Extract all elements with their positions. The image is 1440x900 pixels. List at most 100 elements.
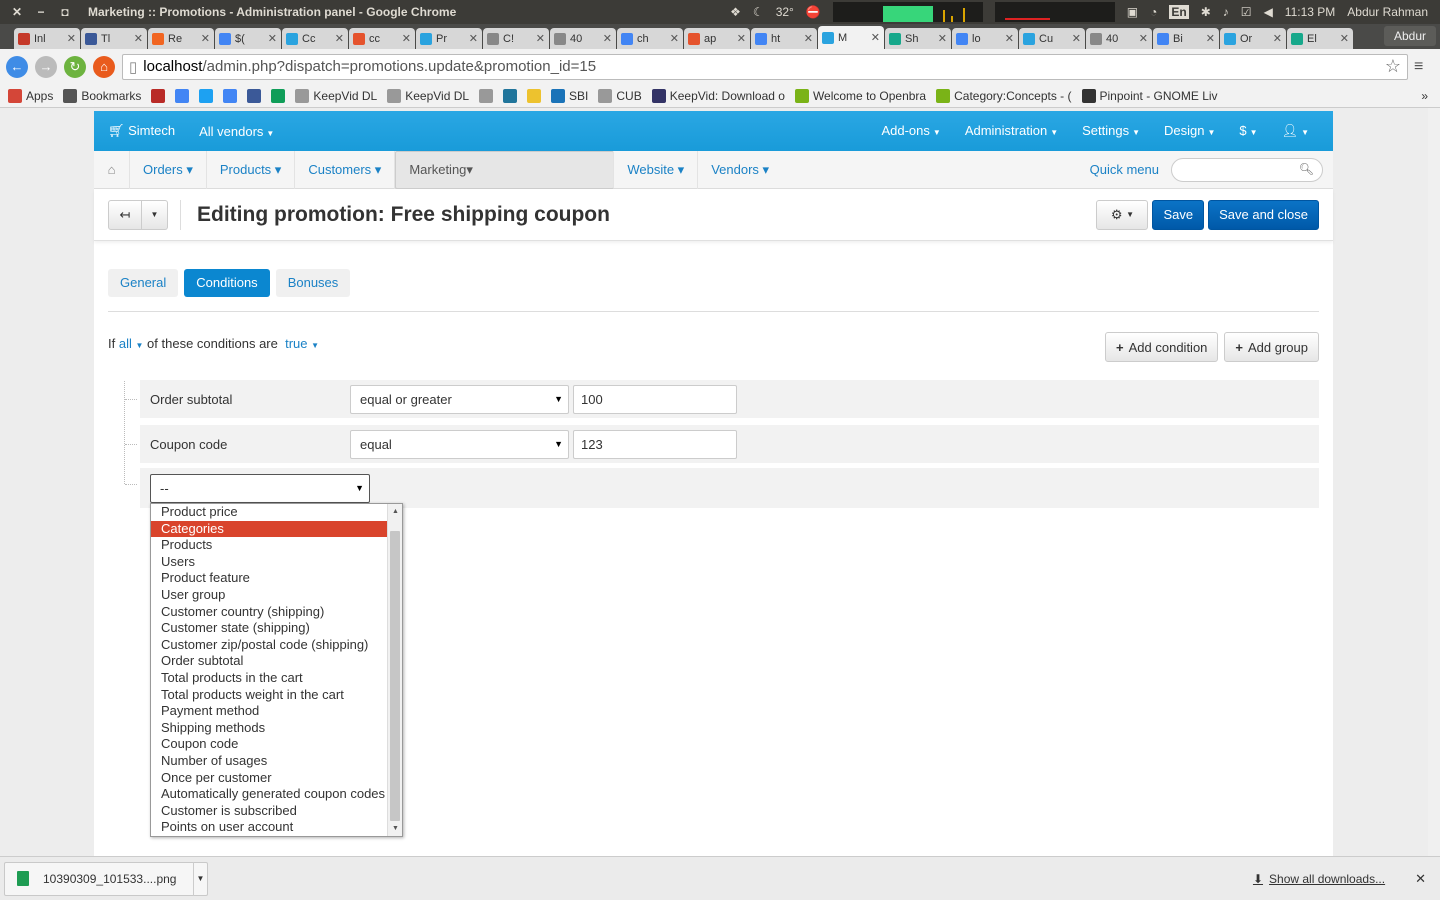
- bookmark-item[interactable]: [199, 88, 214, 103]
- page-scrollbar[interactable]: [1428, 108, 1440, 856]
- close-tab-icon[interactable]: ✕: [670, 32, 679, 45]
- browser-tab[interactable]: ap ✕: [684, 28, 750, 49]
- bookmark-item[interactable]: CUB: [598, 88, 642, 103]
- address-bar[interactable]: ▯ localhost /admin.php?dispatch=promotio…: [122, 53, 1408, 80]
- browser-tab[interactable]: ht ✕: [751, 28, 817, 49]
- close-tab-icon[interactable]: ✕: [469, 32, 478, 45]
- bookmark-item[interactable]: [271, 88, 286, 103]
- browser-tab[interactable]: Pr ✕: [416, 28, 482, 49]
- close-tab-icon[interactable]: ✕: [1072, 32, 1081, 45]
- save-button[interactable]: Save: [1152, 199, 1205, 230]
- scroll-down-icon[interactable]: ▼: [388, 825, 402, 832]
- stop-icon[interactable]: ⛔: [806, 5, 821, 19]
- dropdown-option[interactable]: Order subtotal: [151, 653, 388, 670]
- condition-type-select[interactable]: -- ▼: [150, 473, 370, 503]
- quick-menu-link[interactable]: Quick menu: [1090, 162, 1171, 177]
- bookmark-item[interactable]: SBI: [551, 88, 588, 103]
- save-and-close-button[interactable]: Save and close: [1208, 199, 1319, 230]
- close-tab-icon[interactable]: ✕: [1139, 32, 1148, 45]
- bookmark-item[interactable]: KeepVid DL: [387, 88, 469, 103]
- browser-tab[interactable]: Bi ✕: [1153, 28, 1219, 49]
- bookmark-item[interactable]: KeepVid: Download o: [651, 88, 785, 103]
- close-tab-icon[interactable]: ✕: [67, 32, 76, 45]
- close-tab-icon[interactable]: ✕: [134, 32, 143, 45]
- operator-select[interactable]: equal ▼: [350, 429, 569, 459]
- close-tab-icon[interactable]: ✕: [335, 32, 344, 45]
- bookmark-item[interactable]: Category:Concepts - (: [936, 88, 1072, 103]
- bookmark-item[interactable]: [151, 88, 166, 103]
- browser-tab[interactable]: 40 ✕: [1086, 28, 1152, 49]
- settings-dropdown-button[interactable]: ⚙ ▼: [1096, 199, 1149, 230]
- dropdown-option[interactable]: Categories: [151, 520, 388, 538]
- bookmark-item[interactable]: Apps: [8, 88, 53, 103]
- top-menu-design[interactable]: Design ▼: [1152, 123, 1227, 139]
- menu-icon[interactable]: ≡: [1414, 58, 1434, 76]
- back-dropdown-button[interactable]: ▼: [142, 199, 168, 230]
- top-menu-addons[interactable]: Add-ons ▼: [869, 123, 952, 139]
- keyboard-language[interactable]: En: [1169, 5, 1189, 19]
- close-tab-icon[interactable]: ✕: [536, 32, 545, 45]
- bookmark-item[interactable]: [175, 88, 190, 103]
- download-menu-arrow-icon[interactable]: ▼: [193, 861, 207, 896]
- browser-tab[interactable]: Re ✕: [148, 28, 214, 49]
- dropdown-option[interactable]: Customer zip/postal code (shipping): [151, 637, 388, 654]
- weather-icon[interactable]: ☾: [753, 5, 764, 19]
- close-tab-icon[interactable]: ✕: [1340, 32, 1349, 45]
- forward-icon[interactable]: →: [35, 55, 57, 78]
- nav-products[interactable]: Products ▾: [207, 150, 296, 189]
- scroll-thumb[interactable]: [390, 531, 400, 821]
- close-tab-icon[interactable]: ✕: [938, 32, 947, 45]
- brand-link[interactable]: 🛒︎ Simtech: [94, 123, 187, 139]
- browser-tab[interactable]: Sh ✕: [885, 28, 951, 49]
- home-icon[interactable]: ⌂: [94, 150, 130, 189]
- dropdown-option[interactable]: Total products in the cart: [151, 670, 388, 687]
- dropdown-option[interactable]: Product price: [151, 504, 388, 521]
- currency-dropdown[interactable]: $ ▼: [1227, 123, 1269, 139]
- back-icon[interactable]: ←: [6, 55, 28, 78]
- show-all-downloads-link[interactable]: ⬇ Show all downloads...: [1253, 872, 1385, 886]
- condition-value-input[interactable]: 123: [573, 429, 737, 459]
- dropdown-option[interactable]: Payment method: [151, 703, 388, 720]
- bookmark-item[interactable]: [247, 88, 262, 103]
- browser-tab[interactable]: cc ✕: [349, 28, 415, 49]
- close-tab-icon[interactable]: ✕: [804, 32, 813, 45]
- top-menu-settings[interactable]: Settings ▼: [1070, 123, 1152, 139]
- browser-tab[interactable]: $(✕: [215, 28, 281, 49]
- close-tab-icon[interactable]: ✕: [268, 32, 277, 45]
- maximize-window-icon[interactable]: ◘: [58, 5, 72, 19]
- close-tab-icon[interactable]: ✕: [603, 32, 612, 45]
- close-tab-icon[interactable]: ✕: [201, 32, 210, 45]
- dropdown-option[interactable]: Points on user account: [151, 819, 388, 836]
- tab-bonuses[interactable]: Bonuses: [275, 269, 351, 297]
- dropdown-option[interactable]: User group: [151, 587, 388, 604]
- bluetooth-icon[interactable]: ✱: [1201, 5, 1211, 19]
- bookmark-item[interactable]: Pinpoint - GNOME Liv: [1081, 88, 1218, 103]
- bookmark-item[interactable]: Welcome to Openbra: [794, 88, 926, 103]
- cpu-graph[interactable]: [832, 2, 983, 22]
- back-button[interactable]: ↤: [108, 199, 142, 230]
- close-tab-icon[interactable]: ✕: [1206, 32, 1215, 45]
- close-icon[interactable]: ✕: [1415, 871, 1426, 887]
- bookmark-item[interactable]: [503, 88, 518, 103]
- add-condition-button[interactable]: + Add condition: [1105, 332, 1219, 362]
- temperature[interactable]: 32°: [776, 5, 794, 19]
- browser-tab[interactable]: Inl ✕: [14, 28, 80, 49]
- browser-tab[interactable]: Cu ✕: [1019, 28, 1085, 49]
- dropdown-option[interactable]: Products: [151, 537, 388, 554]
- browser-tab[interactable]: 40 ✕: [550, 28, 616, 49]
- browser-tab[interactable]: Or ✕: [1220, 28, 1286, 49]
- user-menu[interactable]: Abdur Rahman: [1347, 5, 1428, 19]
- scroll-up-icon[interactable]: ▲: [388, 508, 402, 515]
- top-menu-administration[interactable]: Administration ▼: [953, 123, 1070, 139]
- browser-tab[interactable]: El ✕: [1287, 28, 1353, 49]
- dropbox-icon[interactable]: ❖: [730, 5, 741, 19]
- close-window-icon[interactable]: ✕: [10, 5, 24, 19]
- notification-icon[interactable]: ♪: [1223, 5, 1229, 19]
- nav-marketing[interactable]: Marketing ▾: [395, 150, 615, 189]
- chip-icon[interactable]: ▣: [1127, 5, 1138, 19]
- bookmark-item[interactable]: [479, 88, 494, 103]
- dropdown-option[interactable]: Shipping methods: [151, 720, 388, 737]
- close-tab-icon[interactable]: ✕: [1005, 32, 1014, 45]
- dropdown-option[interactable]: Automatically generated coupon codes: [151, 786, 388, 803]
- add-group-button[interactable]: + Add group: [1224, 332, 1319, 362]
